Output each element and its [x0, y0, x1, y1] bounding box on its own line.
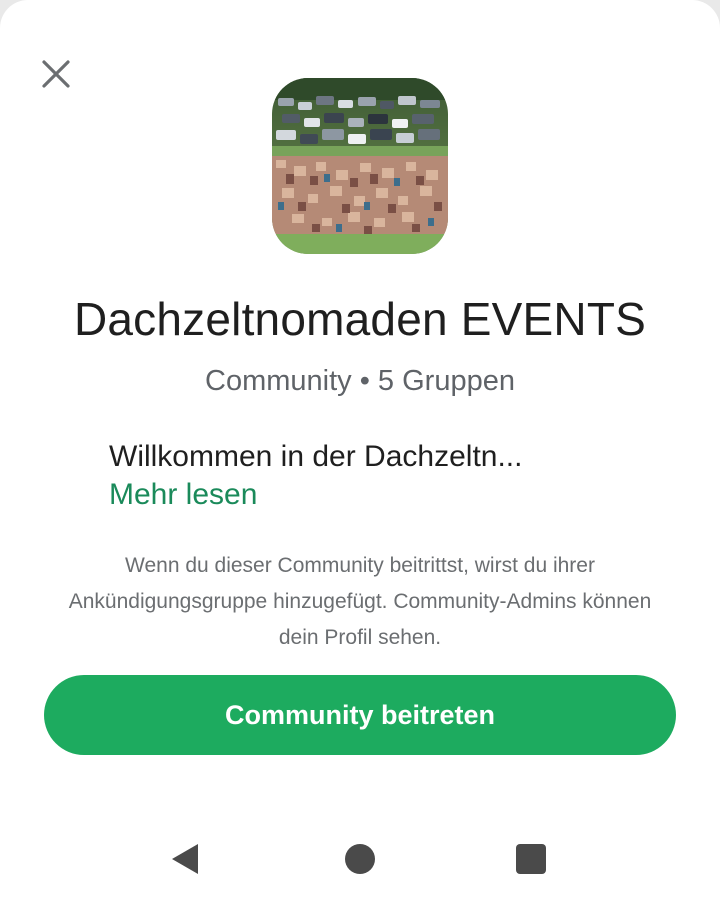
nav-back-button[interactable] [168, 842, 202, 881]
close-icon [42, 60, 70, 88]
read-more-link[interactable]: Mehr lesen [109, 478, 257, 512]
community-avatar [272, 78, 448, 254]
join-community-button[interactable]: Community beitreten [44, 675, 676, 755]
close-button[interactable] [34, 52, 78, 96]
home-circle-icon[interactable] [345, 844, 375, 874]
system-navigation-bar [0, 820, 720, 900]
back-triangle-icon [172, 844, 198, 874]
community-photo [272, 78, 448, 254]
join-info-text: Wenn du dieser Community beitrittst, wir… [68, 554, 652, 649]
community-description: Willkommen in der Dachzeltn... [109, 440, 523, 473]
community-meta: Community • 5 Gruppen [205, 365, 515, 397]
community-title: Dachzeltnomaden EVENTS [73, 293, 646, 345]
community-sheet: Dachzeltnomaden EVENTS Community • 5 Gru… [0, 0, 720, 907]
recents-square-icon[interactable] [516, 844, 546, 874]
